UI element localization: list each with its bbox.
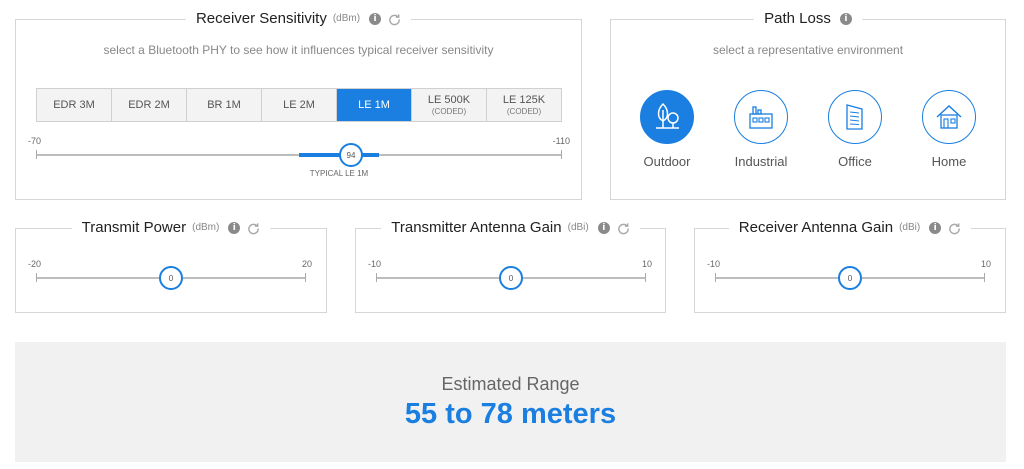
- slider-value: 0: [168, 273, 174, 283]
- path-loss-title: Path Loss: [764, 10, 831, 27]
- slider-thumb[interactable]: 94: [339, 143, 363, 167]
- env-label: Office: [838, 154, 872, 169]
- env-label: Outdoor: [643, 154, 691, 169]
- tab-label: LE 1M: [358, 99, 390, 111]
- env-industrial[interactable]: Industrial: [726, 90, 796, 169]
- receiver-sensitivity-subtitle: select a Bluetooth PHY to see how it inf…: [103, 43, 494, 57]
- reset-icon[interactable]: [948, 222, 961, 235]
- estimated-range-label: Estimated Range: [441, 374, 580, 394]
- tab-le-2m[interactable]: LE 2M: [262, 89, 337, 121]
- tx-antenna-gain-slider[interactable]: -10 10 0: [368, 259, 652, 293]
- info-icon[interactable]: i: [929, 222, 942, 234]
- transmit-power-title: Transmit Power: [81, 219, 187, 236]
- path-loss-subtitle: select a representative environment: [712, 43, 904, 57]
- slider-thumb[interactable]: 0: [159, 266, 183, 290]
- rx-antenna-gain-title: Receiver Antenna Gain: [738, 219, 894, 236]
- slider-value: 0: [508, 273, 514, 283]
- estimated-range-box: Estimated Range 55 to 78 meters: [15, 342, 1006, 462]
- path-loss-panel: Path Loss i select a representative envi…: [610, 9, 1006, 200]
- info-icon[interactable]: i: [597, 222, 610, 234]
- tab-edr-2m[interactable]: EDR 2M: [112, 89, 187, 121]
- factory-icon: [734, 90, 788, 144]
- slider-max-label: 20: [301, 259, 312, 269]
- slider-min-label: -20: [28, 259, 42, 269]
- estimated-range-value: 55 to 78 meters: [404, 398, 617, 430]
- office-building-icon: [828, 90, 882, 144]
- slider-min-label: -70: [28, 136, 42, 146]
- slider-max-label: 10: [641, 259, 652, 269]
- rx-antenna-gain-unit: (dBi): [899, 222, 921, 233]
- rx-antenna-gain-slider[interactable]: -10 10 0: [707, 259, 991, 293]
- tab-sublabel: (CODED): [506, 107, 542, 116]
- tx-antenna-gain-title: Transmitter Antenna Gain: [391, 219, 562, 236]
- tab-br-1m[interactable]: BR 1M: [187, 89, 262, 121]
- transmit-power-panel: Transmit Power (dBm) i -20 20 0: [15, 218, 327, 313]
- info-icon[interactable]: i: [839, 13, 852, 25]
- env-label: Industrial: [734, 154, 788, 169]
- slider-tick: [36, 150, 37, 159]
- slider-tick: [376, 273, 377, 282]
- slider-tick: [36, 273, 37, 282]
- house-icon: [922, 90, 976, 144]
- reset-icon[interactable]: [247, 222, 260, 235]
- tx-antenna-gain-unit: (dBi): [567, 222, 589, 233]
- info-icon[interactable]: i: [369, 13, 382, 25]
- rx-antenna-gain-panel: Receiver Antenna Gain (dBi) i -10 10 0: [694, 218, 1006, 313]
- tab-label: LE 2M: [283, 99, 315, 111]
- tab-le-500k[interactable]: LE 500K (CODED): [412, 89, 487, 121]
- reset-icon[interactable]: [617, 222, 630, 235]
- typical-label: TYPICAL LE 1M: [309, 169, 369, 178]
- tab-edr-3m[interactable]: EDR 3M: [37, 89, 112, 121]
- tab-label: EDR 2M: [128, 99, 170, 111]
- receiver-sensitivity-slider[interactable]: -70 -110 94: [28, 136, 570, 170]
- phy-tab-bar: EDR 3M EDR 2M BR 1M LE 2M LE 1M LE 500K(…: [36, 88, 562, 122]
- receiver-sensitivity-title: Receiver Sensitivity: [195, 10, 327, 27]
- info-icon[interactable]: i: [228, 222, 241, 234]
- receiver-sensitivity-unit: (dBm): [332, 13, 361, 24]
- receiver-sensitivity-panel: Receiver Sensitivity (dBm) i select a Bl…: [15, 9, 582, 200]
- slider-max-label: 10: [980, 259, 991, 269]
- slider-min-label: -10: [368, 259, 382, 269]
- slider-tick: [305, 273, 306, 282]
- reset-icon[interactable]: [388, 13, 401, 26]
- slider-tick: [561, 150, 562, 159]
- env-office[interactable]: Office: [820, 90, 890, 169]
- transmit-power-slider[interactable]: -20 20 0: [28, 259, 312, 293]
- slider-tick: [645, 273, 646, 282]
- slider-tick: [984, 273, 985, 282]
- tab-le-1m[interactable]: LE 1M: [337, 89, 412, 121]
- slider-value: 0: [847, 273, 853, 283]
- tab-label: EDR 3M: [53, 99, 95, 111]
- tab-label: BR 1M: [207, 99, 241, 111]
- tree-icon: [640, 90, 694, 144]
- transmit-power-unit: (dBm): [192, 222, 220, 233]
- env-home[interactable]: Home: [914, 90, 984, 169]
- slider-max-label: -110: [552, 136, 570, 146]
- slider-thumb[interactable]: 0: [838, 266, 862, 290]
- slider-min-label: -10: [707, 259, 721, 269]
- env-label: Home: [931, 154, 967, 169]
- env-outdoor[interactable]: Outdoor: [632, 90, 702, 169]
- tab-label: LE 125K: [502, 94, 546, 106]
- tx-antenna-gain-panel: Transmitter Antenna Gain (dBi) i -10 10 …: [355, 218, 666, 313]
- tab-sublabel: (CODED): [431, 107, 467, 116]
- slider-tick: [715, 273, 716, 282]
- tab-le-125k[interactable]: LE 125K (CODED): [487, 89, 561, 121]
- slider-value: 94: [346, 150, 356, 160]
- slider-thumb[interactable]: 0: [499, 266, 523, 290]
- tab-label: LE 500K: [427, 94, 471, 106]
